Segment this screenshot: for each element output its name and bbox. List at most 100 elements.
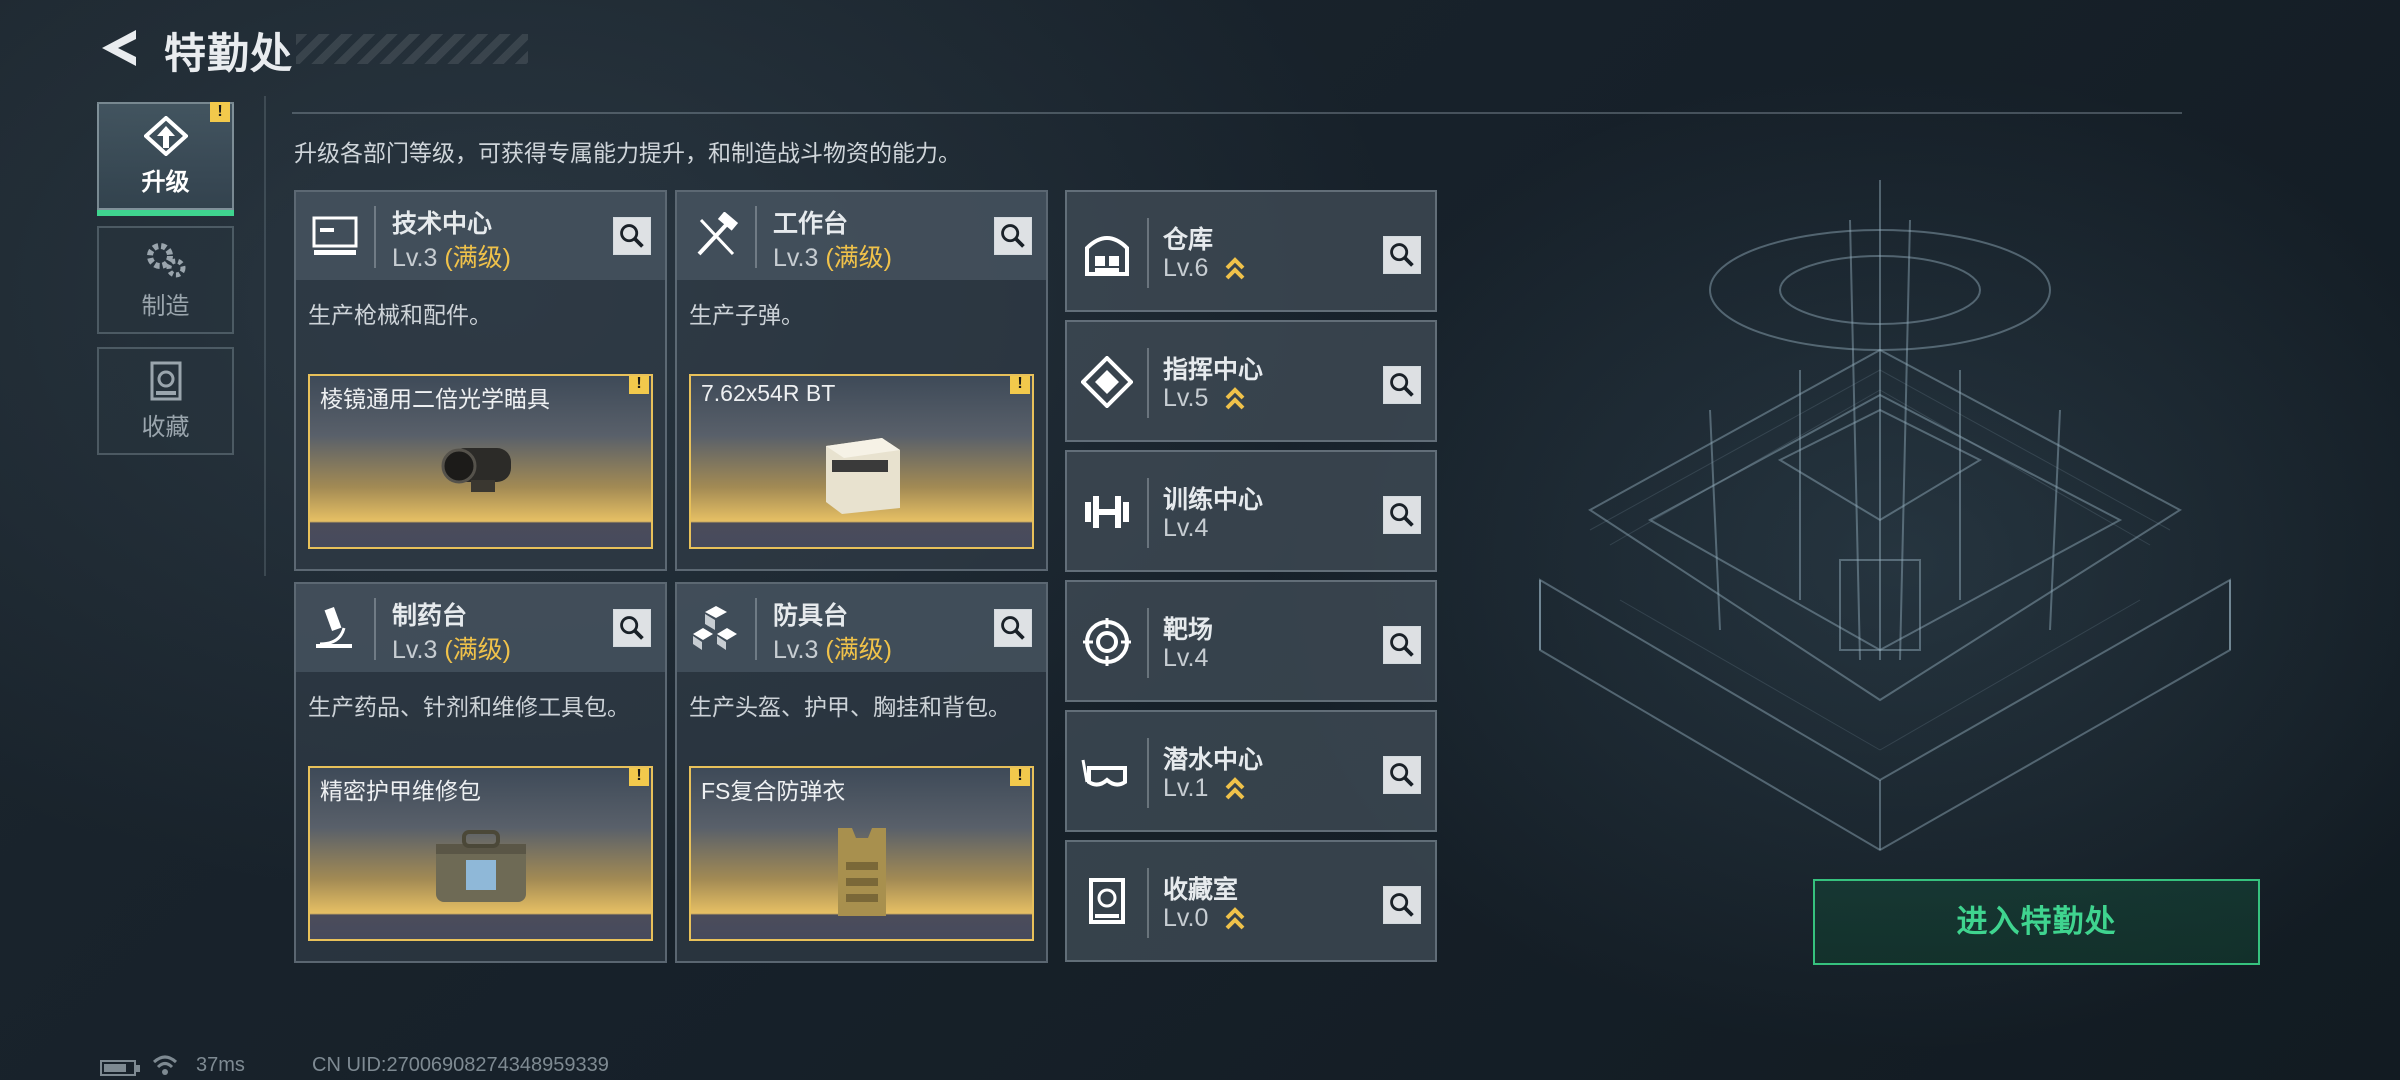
ping-text: 37ms: [196, 1054, 245, 1076]
department-name: 训练中心: [1163, 486, 1264, 514]
search-icon[interactable]: [1383, 236, 1421, 274]
department-level: Lv.3 (满级): [773, 244, 893, 272]
search-icon[interactable]: [994, 217, 1032, 255]
title-decoration: [296, 34, 528, 64]
department-level: Lv.3 (满级): [392, 244, 512, 272]
battery-icon: [100, 1060, 140, 1076]
craft-item-slot[interactable]: 7.62x54R BT !: [689, 374, 1034, 549]
divider: [264, 96, 266, 576]
department-name: 仓库: [1163, 226, 1214, 254]
tab-label: 收藏: [141, 413, 190, 441]
back-arrow-icon[interactable]: [98, 26, 140, 70]
search-icon[interactable]: [994, 609, 1032, 647]
diving-mask-icon: [1081, 759, 1127, 787]
warning-badge: !: [629, 768, 649, 786]
cubes-icon: [693, 606, 737, 650]
item-name: 棱镜通用二倍光学瞄具: [320, 386, 550, 412]
department-card-tech-center[interactable]: 技术中心 Lv.3 (满级) 生产枪械和配件。 棱镜通用二倍光学瞄具 !: [294, 190, 667, 571]
divider: [292, 112, 2182, 114]
department-name: 技术中心: [392, 210, 493, 238]
tab-label: 升级: [141, 168, 190, 196]
department-row-collection-room[interactable]: 收藏室 Lv.0: [1065, 840, 1437, 962]
section-description: 升级各部门等级，可获得专属能力提升，和制造战斗物资的能力。: [294, 140, 961, 166]
department-description: 生产头盔、护甲、胸挂和背包。: [689, 694, 1011, 720]
target-icon: [1083, 618, 1131, 666]
department-level: Lv.1: [1163, 774, 1209, 802]
department-level: Lv.5: [1163, 384, 1209, 412]
item-name: FS复合防弹衣: [701, 778, 846, 804]
search-icon[interactable]: [1383, 756, 1421, 794]
repair-kit-image: [435, 830, 526, 902]
tab-upgrade[interactable]: 升级 !: [97, 102, 234, 216]
department-level: Lv.3 (满级): [773, 636, 893, 664]
tools-icon: [697, 212, 739, 256]
department-description: 生产药品、针剂和维修工具包。: [308, 694, 630, 720]
craft-item-slot[interactable]: 棱镜通用二倍光学瞄具 !: [308, 374, 653, 549]
upgrade-chevron-icon: [1225, 257, 1245, 280]
search-icon[interactable]: [1383, 626, 1421, 664]
department-description: 生产子弹。: [689, 302, 804, 328]
special-ops-building-illustration: [1539, 180, 2231, 852]
department-card-pharmacy[interactable]: 制药台 Lv.3 (满级) 生产药品、针剂和维修工具包。 精密护甲维修包 !: [294, 582, 667, 963]
craft-item-slot[interactable]: FS复合防弹衣 !: [689, 766, 1034, 941]
card-header: 技术中心 Lv.3 (满级): [296, 192, 665, 280]
department-row-dive-center[interactable]: 潜水中心 Lv.1: [1065, 710, 1437, 832]
upgrade-chevron-icon: [1225, 387, 1245, 410]
department-level: Lv.3 (满级): [392, 636, 512, 664]
warning-badge: !: [1010, 768, 1030, 786]
enter-special-ops-button[interactable]: 进入特勤处: [1813, 879, 2260, 965]
warning-badge: !: [210, 102, 230, 122]
ammo-box-image: [825, 438, 900, 514]
microscope-icon: [316, 606, 352, 648]
department-level: Lv.4: [1163, 644, 1209, 672]
card-header: 工作台 Lv.3 (满级): [677, 192, 1046, 280]
department-level: Lv.4: [1163, 514, 1209, 542]
warning-badge: !: [629, 376, 649, 394]
department-description: 生产枪械和配件。: [308, 302, 492, 328]
tab-collection[interactable]: 收藏: [97, 347, 234, 455]
department-row-command-center[interactable]: 指挥中心 Lv.5: [1065, 320, 1437, 442]
craft-item-slot[interactable]: 精密护甲维修包 !: [308, 766, 653, 941]
search-icon[interactable]: [613, 609, 651, 647]
card-header: 制药台 Lv.3 (满级): [296, 584, 665, 672]
wifi-icon: [152, 1055, 178, 1075]
computer-icon: [312, 216, 358, 255]
search-icon[interactable]: [1383, 496, 1421, 534]
gears-icon: [146, 242, 185, 277]
department-name: 防具台: [773, 602, 849, 630]
uid-text: CN UID:27006908274348959339: [312, 1054, 609, 1076]
department-card-armor-bench[interactable]: 防具台 Lv.3 (满级) 生产头盔、护甲、胸挂和背包。 FS复合防弹衣 !: [675, 582, 1048, 963]
tab-label: 制造: [141, 292, 190, 320]
collection-icon: [150, 361, 181, 400]
collection-icon: [1089, 878, 1125, 924]
department-name: 靶场: [1163, 616, 1214, 644]
department-level: Lv.0: [1163, 904, 1209, 932]
tab-craft[interactable]: 制造: [97, 226, 234, 334]
department-name: 工作台: [773, 210, 849, 238]
search-icon[interactable]: [613, 217, 651, 255]
upgrade-icon: [143, 115, 188, 156]
search-icon[interactable]: [1383, 366, 1421, 404]
department-card-workbench[interactable]: 工作台 Lv.3 (满级) 生产子弹。 7.62x54R BT !: [675, 190, 1048, 571]
upgrade-chevron-icon: [1225, 777, 1245, 800]
department-name: 收藏室: [1163, 876, 1239, 904]
department-row-shooting-range[interactable]: 靶场 Lv.4: [1065, 580, 1437, 702]
body-armor-image: [837, 828, 886, 916]
department-name: 制药台: [392, 602, 468, 630]
search-icon[interactable]: [1383, 886, 1421, 924]
item-name: 精密护甲维修包: [320, 778, 481, 804]
dumbbell-icon: [1085, 496, 1129, 528]
department-name: 潜水中心: [1163, 746, 1264, 774]
scope-item-image: [441, 448, 511, 492]
item-name: 7.62x54R BT: [701, 380, 836, 406]
department-row-warehouse[interactable]: 仓库 Lv.6: [1065, 190, 1437, 312]
page-title: 特勤处: [164, 30, 294, 77]
department-name: 指挥中心: [1163, 356, 1264, 384]
card-header: 防具台 Lv.3 (满级): [677, 584, 1046, 672]
department-row-training-center[interactable]: 训练中心 Lv.4: [1065, 450, 1437, 572]
command-center-icon: [1081, 356, 1133, 408]
department-level: Lv.6: [1163, 254, 1209, 282]
warning-badge: !: [1010, 376, 1030, 394]
warehouse-icon: [1085, 236, 1129, 276]
upgrade-chevron-icon: [1225, 907, 1245, 930]
